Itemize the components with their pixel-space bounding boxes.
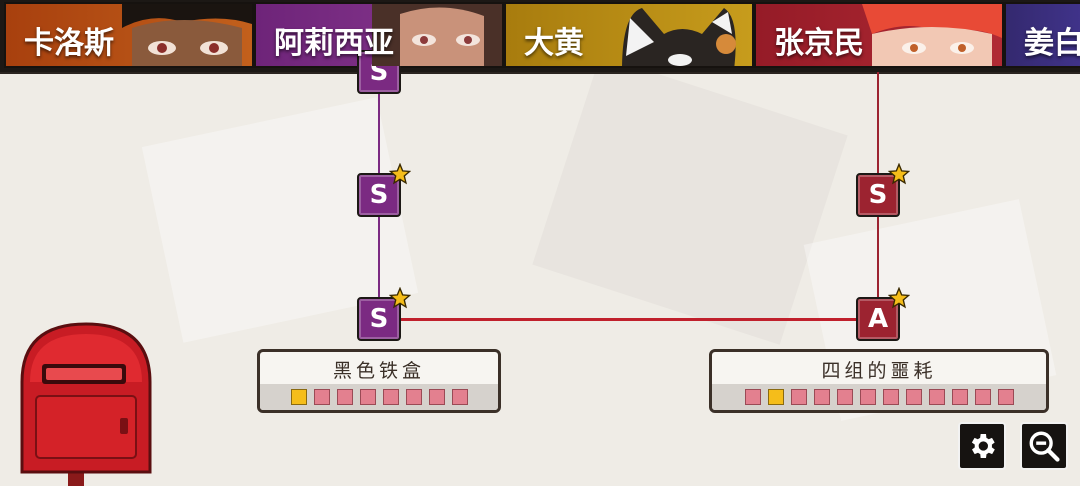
- progress-track: [260, 384, 498, 410]
- rank-label: S: [868, 180, 888, 210]
- character-name: 姜白: [1024, 26, 1080, 61]
- cat-portrait: [622, 8, 736, 66]
- progress-segment: [744, 389, 761, 405]
- progress-segment: [313, 389, 330, 405]
- progress-segment: [951, 389, 968, 405]
- character-name: 大黄: [524, 26, 584, 61]
- progress-segment: [790, 389, 807, 405]
- rank-label: S: [369, 180, 389, 210]
- character-tab-bar: 卡洛斯 阿莉西亚 大黄 张京民 姜白: [0, 0, 1080, 74]
- rank-label: S: [369, 304, 389, 334]
- progress-segment: [905, 389, 922, 405]
- progress-segment: [813, 389, 830, 405]
- character-tab-zhang-jingmin[interactable]: 张京民: [754, 2, 1004, 68]
- progress-segment: [428, 389, 445, 405]
- red-hair-man-portrait: [862, 4, 1002, 66]
- progress-segment: [382, 389, 399, 405]
- progress-segment: [859, 389, 876, 405]
- progress-segment: [836, 389, 853, 405]
- progress-track: [712, 384, 1046, 410]
- zoom-out-button[interactable]: [1020, 422, 1068, 470]
- character-tab-carlos[interactable]: 卡洛斯: [4, 2, 254, 68]
- gear-icon: [971, 434, 995, 458]
- star-icon: [389, 163, 411, 185]
- rank-node[interactable]: S: [357, 287, 411, 341]
- rank-node[interactable]: S: [856, 163, 910, 217]
- zoom-out-icon: [1029, 431, 1060, 462]
- route-line-connector: [400, 318, 858, 321]
- event-card-team-four-news[interactable]: 四组的噩耗: [709, 349, 1049, 413]
- star-icon: [888, 287, 910, 309]
- character-tab-alicia[interactable]: 阿莉西亚: [254, 2, 504, 68]
- event-title: 四组的噩耗: [821, 360, 937, 382]
- character-name: 卡洛斯: [24, 26, 114, 61]
- rank-node[interactable]: S: [357, 163, 411, 217]
- character-tab-jiang-bai[interactable]: 姜白: [1004, 2, 1080, 68]
- progress-segment: [405, 389, 422, 405]
- character-name: 阿莉西亚: [274, 26, 394, 61]
- progress-segment: [451, 389, 468, 405]
- progress-segment: [974, 389, 991, 405]
- progress-segment-current: [290, 389, 307, 405]
- mailbox-icon[interactable]: [16, 322, 156, 486]
- progress-segment: [359, 389, 376, 405]
- progress-segment-current: [767, 389, 784, 405]
- event-card-black-iron-box[interactable]: 黑色铁盒: [257, 349, 501, 413]
- progress-segment: [997, 389, 1014, 405]
- progress-segment: [882, 389, 899, 405]
- character-tab-dahuang[interactable]: 大黄: [504, 2, 754, 68]
- settings-button[interactable]: [958, 422, 1006, 470]
- star-icon: [389, 287, 411, 309]
- star-icon: [888, 163, 910, 185]
- progress-segment: [928, 389, 945, 405]
- character-name: 张京民: [774, 26, 864, 61]
- rank-label: A: [867, 304, 889, 334]
- dark-hair-man-portrait: [122, 4, 252, 66]
- background-shape: [532, 55, 848, 345]
- event-title: 黑色铁盒: [332, 360, 425, 382]
- rank-node[interactable]: A: [856, 287, 910, 341]
- progress-segment: [336, 389, 353, 405]
